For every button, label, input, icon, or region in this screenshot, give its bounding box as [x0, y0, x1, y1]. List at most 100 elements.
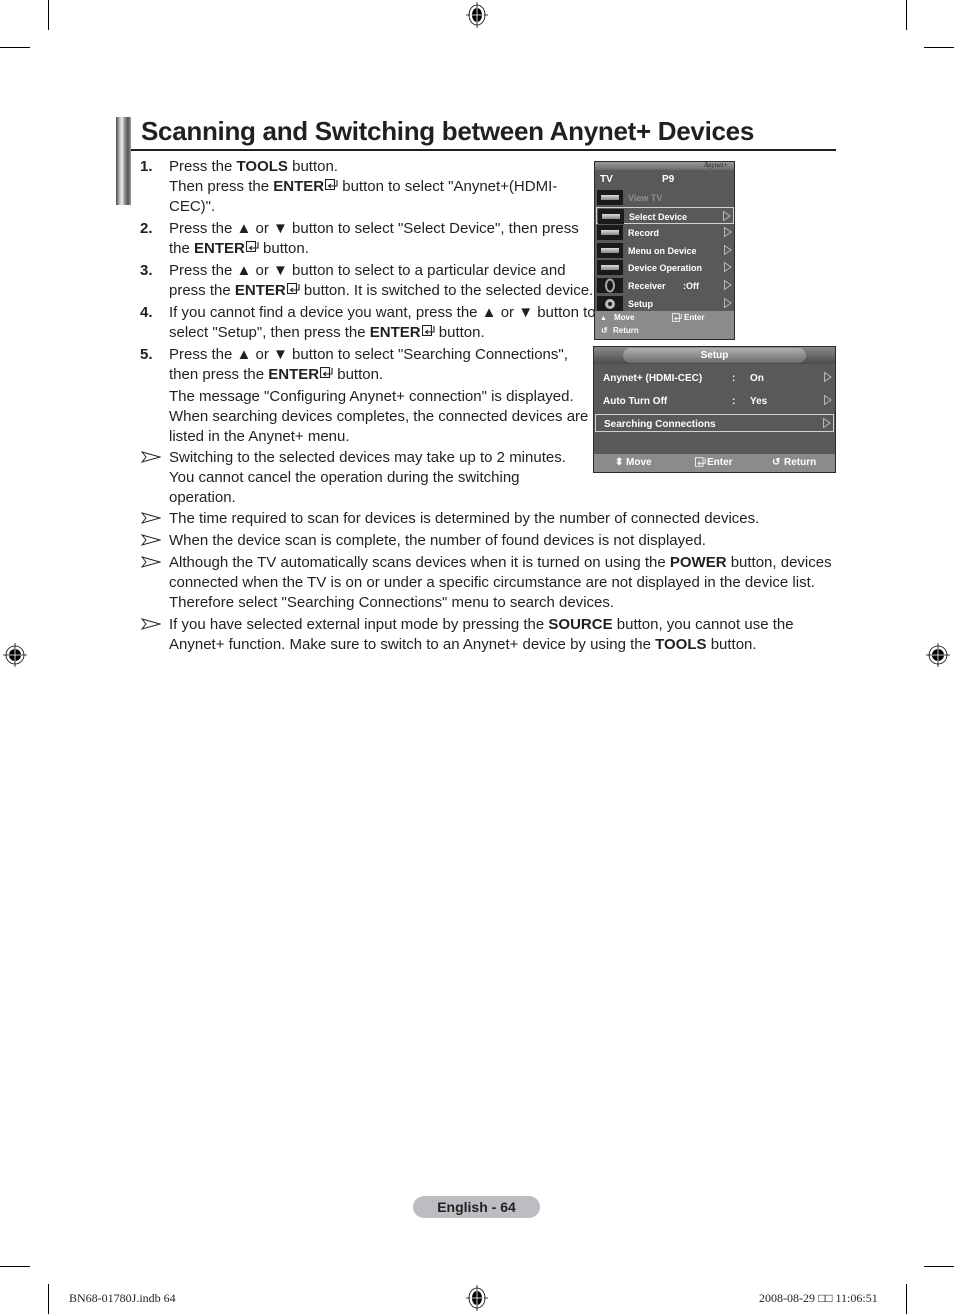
menu-item-view-tv[interactable]: View TV: [596, 189, 734, 206]
setup-item-value: Yes: [750, 396, 768, 407]
enter-icon: [695, 457, 706, 469]
crop-mark: [924, 47, 954, 48]
crop-mark: [906, 0, 907, 30]
move-hint: ▲︎: [600, 313, 607, 322]
slug-timestamp: 2008-08-29 □□ 11:06:51: [759, 1291, 878, 1305]
menu-item-label: Menu on Device: [628, 245, 697, 256]
menu-item-record[interactable]: Record: [596, 224, 734, 241]
chevron-right-icon: [824, 395, 832, 405]
text-run: button.: [706, 636, 757, 653]
enter-label: Enter: [707, 457, 733, 468]
step-message-line: When searching devices completes, the co…: [169, 408, 589, 425]
text-line: select "Setup", then press the ENTER but…: [169, 323, 485, 343]
text-run: button.: [333, 366, 384, 383]
text-run: button, devices: [726, 554, 832, 571]
menu-footer: ⬍ Move Enter ↺ Return: [594, 454, 835, 472]
text-line: then press the ENTER button.: [169, 365, 383, 385]
menu-item-menu-on-device[interactable]: Menu on Device: [596, 242, 734, 259]
chevron-right-icon: [724, 262, 732, 273]
menu-item-select-device[interactable]: Select Device: [596, 206, 734, 224]
crop-mark: [0, 47, 30, 48]
up-down-icon: ▲︎: [600, 315, 607, 322]
setup-item-label: Auto Turn Off: [603, 396, 668, 407]
menu-item-setup[interactable]: Setup: [596, 295, 734, 312]
menu-item-device-operation[interactable]: Device Operation: [596, 259, 734, 276]
text-line: the ENTER button.: [169, 239, 309, 259]
recorder-icon: [597, 225, 623, 241]
chevron-right-icon: [724, 297, 732, 308]
device-menu-icon: [597, 242, 623, 258]
text-run: the: [169, 240, 195, 257]
text-run: Press the ▲ or ▼ button to select "Selec…: [169, 220, 579, 237]
text-line: If you cannot find a device you want, pr…: [169, 303, 596, 323]
text-run: Press the: [169, 158, 237, 175]
text-run: When the device scan is complete, the nu…: [169, 532, 706, 549]
setup-item-anynet-hdmi-cec[interactable]: Anynet+ (HDMI-CEC): On: [595, 369, 834, 387]
text-run: Switching to the selected devices may ta…: [169, 449, 566, 466]
crop-mark: [924, 1266, 954, 1267]
step-message-line: listed in the Anynet+ menu.: [169, 428, 350, 445]
registration-mark-icon: [466, 1285, 488, 1311]
button-name: SOURCE: [548, 616, 613, 633]
return-label: Return: [613, 326, 639, 335]
note-arrow-icon: [141, 512, 161, 524]
text-line: Switching to the selected devices may ta…: [169, 448, 566, 468]
crop-mark: [48, 1284, 49, 1314]
enter-icon: [421, 324, 435, 341]
chevron-right-icon: [823, 418, 831, 428]
menu-item-label: View TV: [628, 193, 663, 203]
text-run: connected when the TV is on or under a s…: [169, 574, 815, 591]
return-icon: ↺: [772, 457, 781, 468]
menu-item-label: Select Device: [629, 211, 688, 222]
select-device-icon: [598, 208, 624, 224]
enter-icon: [324, 178, 338, 195]
registration-mark-icon: [926, 643, 950, 667]
note-arrow-icon: [141, 556, 161, 568]
menu-item-receiver[interactable]: Receiver:Off: [596, 277, 734, 294]
registration-mark-icon: [466, 2, 488, 28]
text-line: CEC)".: [169, 197, 215, 217]
button-name: POWER: [669, 554, 727, 571]
text-line: connected when the TV is on or under a s…: [169, 573, 815, 593]
text-line: Press the ▲ or ▼ button to select "Selec…: [169, 219, 579, 239]
setup-item-label: Searching Connections: [604, 419, 716, 430]
text-run: Then press the: [169, 178, 274, 195]
section-side-bar: [116, 117, 131, 205]
enter-icon: [672, 313, 682, 322]
text-run: Press the ▲ or ▼ button to select to a p…: [169, 262, 566, 279]
text-line: The time required to scan for devices is…: [169, 509, 759, 529]
button-name: ENTER: [273, 178, 325, 195]
return-icon: ↺: [601, 326, 608, 335]
text-run: If you cannot find a device you want, pr…: [169, 304, 596, 321]
step-number: 4.: [140, 304, 153, 321]
text-line: Although the TV automatically scans devi…: [169, 553, 832, 573]
text-line: Then press the ENTER button to select "A…: [169, 177, 557, 197]
text-run: If you have selected external input mode…: [169, 616, 549, 633]
up-down-icon: ⬍: [615, 457, 624, 468]
setup-item-auto-turn-off[interactable]: Auto Turn Off: Yes: [595, 392, 834, 410]
setup-menu: Setup Anynet+ (HDMI-CEC): On Auto Turn Off…: [593, 346, 836, 473]
note-arrow-icon: [141, 534, 161, 546]
step-message-line: The message "Configuring Anynet+ connect…: [169, 388, 574, 405]
chevron-right-icon: [824, 372, 832, 382]
anynet-logo: Anynet+: [703, 161, 728, 169]
text-run: operation.: [169, 489, 236, 506]
setup-item-value: On: [750, 373, 764, 384]
button-name: ENTER: [369, 324, 421, 341]
text-line: You cannot cancel the operation during t…: [169, 468, 520, 488]
move-label: Move: [614, 313, 635, 322]
chevron-right-icon: [724, 244, 732, 255]
text-run: button to select "Anynet+(HDMI-: [338, 178, 558, 195]
crop-mark: [906, 1284, 907, 1314]
menu-channel-label: P9: [662, 174, 675, 185]
text-run: Press the ▲ or ▼ button to select "Searc…: [169, 346, 568, 363]
text-line: When the device scan is complete, the nu…: [169, 531, 706, 551]
enter-label: Enter: [684, 313, 705, 322]
text-run: select "Setup", then press the: [169, 324, 370, 341]
setup-item-searching-connections[interactable]: Searching Connections: [595, 414, 834, 432]
menu-footer: ▲︎ Move Enter ↺ Return: [595, 311, 734, 339]
text-run: button.: [258, 240, 309, 257]
page-number: English - 64: [413, 1196, 540, 1218]
button-name: TOOLS: [236, 158, 288, 175]
text-run: then press the: [169, 366, 269, 383]
